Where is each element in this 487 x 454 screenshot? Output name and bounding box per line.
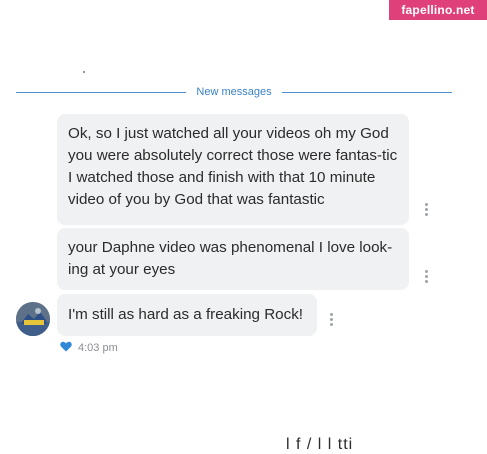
message-options-icon[interactable]	[423, 203, 429, 218]
new-messages-divider: New messages	[16, 85, 453, 99]
message-bubble[interactable]: Ok, so I just watched all your videos oh…	[57, 114, 409, 225]
message-bubble[interactable]: your Daphne video was phenomenal I love …	[57, 228, 409, 290]
avatar[interactable]	[16, 302, 50, 336]
message-text: your Daphne video was phenomenal I love …	[68, 239, 393, 278]
cropped-text-fragment: l f / l l tti	[286, 436, 354, 453]
divider-line-right	[281, 91, 453, 93]
new-messages-label: New messages	[196, 86, 272, 98]
heart-icon[interactable]	[60, 341, 72, 355]
stray-dot	[83, 71, 85, 73]
message-bubble[interactable]: I'm still as hard as a freaking Rock!	[57, 294, 317, 336]
message-status: 4:03 pm	[60, 341, 118, 355]
watermark-badge: fapellino.net	[389, 0, 487, 20]
message-text: Ok, so I just watched all your videos oh…	[68, 125, 398, 208]
divider-line-left	[16, 91, 187, 93]
message-options-icon[interactable]	[423, 270, 429, 285]
message-text: I'm still as hard as a freaking Rock!	[68, 306, 304, 323]
message-time: 4:03 pm	[78, 342, 118, 354]
message-options-icon[interactable]	[328, 313, 334, 328]
